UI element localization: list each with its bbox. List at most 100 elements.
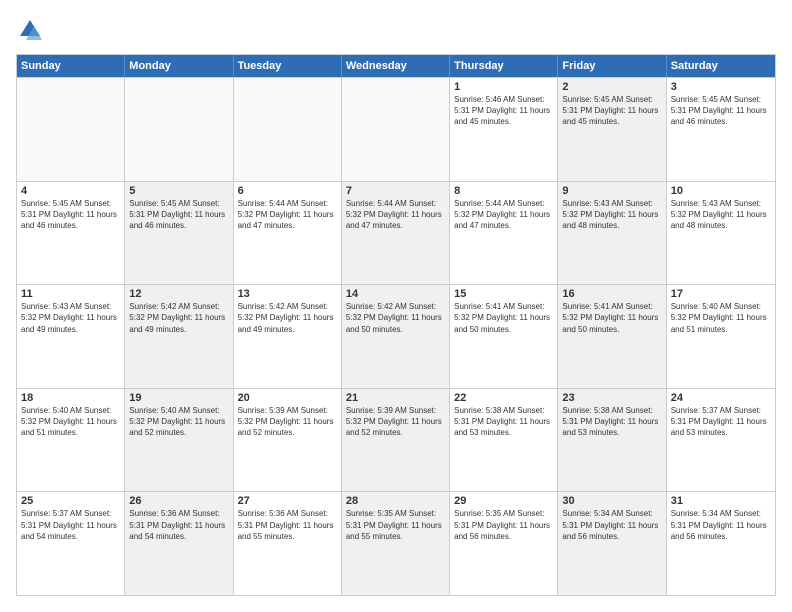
calendar-cell-2: 2Sunrise: 5:45 AM Sunset: 5:31 PM Daylig… xyxy=(558,78,666,181)
day-number: 7 xyxy=(346,185,445,197)
day-info: Sunrise: 5:44 AM Sunset: 5:32 PM Dayligh… xyxy=(454,198,553,232)
calendar-cell-10: 10Sunrise: 5:43 AM Sunset: 5:32 PM Dayli… xyxy=(667,182,775,285)
day-number: 3 xyxy=(671,81,771,93)
day-number: 6 xyxy=(238,185,337,197)
day-number: 19 xyxy=(129,392,228,404)
calendar-cell-20: 20Sunrise: 5:39 AM Sunset: 5:32 PM Dayli… xyxy=(234,389,342,492)
day-number: 30 xyxy=(562,495,661,507)
day-number: 18 xyxy=(21,392,120,404)
day-info: Sunrise: 5:34 AM Sunset: 5:31 PM Dayligh… xyxy=(671,508,771,542)
day-number: 23 xyxy=(562,392,661,404)
day-number: 20 xyxy=(238,392,337,404)
day-number: 26 xyxy=(129,495,228,507)
day-number: 17 xyxy=(671,288,771,300)
calendar-cell-14: 14Sunrise: 5:42 AM Sunset: 5:32 PM Dayli… xyxy=(342,285,450,388)
day-number: 2 xyxy=(562,81,661,93)
calendar-row-1: 4Sunrise: 5:45 AM Sunset: 5:31 PM Daylig… xyxy=(17,181,775,285)
calendar-cell-18: 18Sunrise: 5:40 AM Sunset: 5:32 PM Dayli… xyxy=(17,389,125,492)
calendar-cell-29: 29Sunrise: 5:35 AM Sunset: 5:31 PM Dayli… xyxy=(450,492,558,595)
day-number: 11 xyxy=(21,288,120,300)
calendar-row-0: 1Sunrise: 5:46 AM Sunset: 5:31 PM Daylig… xyxy=(17,77,775,181)
calendar-cell-11: 11Sunrise: 5:43 AM Sunset: 5:32 PM Dayli… xyxy=(17,285,125,388)
day-info: Sunrise: 5:40 AM Sunset: 5:32 PM Dayligh… xyxy=(129,405,228,439)
calendar: SundayMondayTuesdayWednesdayThursdayFrid… xyxy=(16,54,776,596)
calendar-row-4: 25Sunrise: 5:37 AM Sunset: 5:31 PM Dayli… xyxy=(17,491,775,595)
calendar-cell-22: 22Sunrise: 5:38 AM Sunset: 5:31 PM Dayli… xyxy=(450,389,558,492)
day-info: Sunrise: 5:36 AM Sunset: 5:31 PM Dayligh… xyxy=(238,508,337,542)
header-day-monday: Monday xyxy=(125,55,233,77)
day-info: Sunrise: 5:36 AM Sunset: 5:31 PM Dayligh… xyxy=(129,508,228,542)
calendar-body: 1Sunrise: 5:46 AM Sunset: 5:31 PM Daylig… xyxy=(17,77,775,595)
calendar-cell-1: 1Sunrise: 5:46 AM Sunset: 5:31 PM Daylig… xyxy=(450,78,558,181)
calendar-cell-empty xyxy=(342,78,450,181)
page: SundayMondayTuesdayWednesdayThursdayFrid… xyxy=(0,0,792,612)
calendar-cell-empty xyxy=(234,78,342,181)
day-info: Sunrise: 5:45 AM Sunset: 5:31 PM Dayligh… xyxy=(671,94,771,128)
day-info: Sunrise: 5:41 AM Sunset: 5:32 PM Dayligh… xyxy=(562,301,661,335)
day-info: Sunrise: 5:45 AM Sunset: 5:31 PM Dayligh… xyxy=(21,198,120,232)
calendar-cell-9: 9Sunrise: 5:43 AM Sunset: 5:32 PM Daylig… xyxy=(558,182,666,285)
day-info: Sunrise: 5:43 AM Sunset: 5:32 PM Dayligh… xyxy=(21,301,120,335)
calendar-cell-25: 25Sunrise: 5:37 AM Sunset: 5:31 PM Dayli… xyxy=(17,492,125,595)
day-number: 25 xyxy=(21,495,120,507)
day-number: 14 xyxy=(346,288,445,300)
calendar-cell-4: 4Sunrise: 5:45 AM Sunset: 5:31 PM Daylig… xyxy=(17,182,125,285)
header-day-sunday: Sunday xyxy=(17,55,125,77)
calendar-cell-15: 15Sunrise: 5:41 AM Sunset: 5:32 PM Dayli… xyxy=(450,285,558,388)
day-info: Sunrise: 5:46 AM Sunset: 5:31 PM Dayligh… xyxy=(454,94,553,128)
calendar-cell-empty xyxy=(125,78,233,181)
calendar-cell-19: 19Sunrise: 5:40 AM Sunset: 5:32 PM Dayli… xyxy=(125,389,233,492)
header xyxy=(16,16,776,44)
day-number: 1 xyxy=(454,81,553,93)
logo-icon xyxy=(16,16,44,44)
header-day-tuesday: Tuesday xyxy=(234,55,342,77)
day-info: Sunrise: 5:44 AM Sunset: 5:32 PM Dayligh… xyxy=(346,198,445,232)
day-info: Sunrise: 5:38 AM Sunset: 5:31 PM Dayligh… xyxy=(454,405,553,439)
day-info: Sunrise: 5:37 AM Sunset: 5:31 PM Dayligh… xyxy=(21,508,120,542)
day-number: 12 xyxy=(129,288,228,300)
calendar-cell-23: 23Sunrise: 5:38 AM Sunset: 5:31 PM Dayli… xyxy=(558,389,666,492)
calendar-cell-13: 13Sunrise: 5:42 AM Sunset: 5:32 PM Dayli… xyxy=(234,285,342,388)
calendar-cell-17: 17Sunrise: 5:40 AM Sunset: 5:32 PM Dayli… xyxy=(667,285,775,388)
calendar-cell-31: 31Sunrise: 5:34 AM Sunset: 5:31 PM Dayli… xyxy=(667,492,775,595)
calendar-header: SundayMondayTuesdayWednesdayThursdayFrid… xyxy=(17,55,775,77)
calendar-cell-26: 26Sunrise: 5:36 AM Sunset: 5:31 PM Dayli… xyxy=(125,492,233,595)
day-info: Sunrise: 5:43 AM Sunset: 5:32 PM Dayligh… xyxy=(671,198,771,232)
logo xyxy=(16,16,48,44)
calendar-cell-empty xyxy=(17,78,125,181)
day-number: 22 xyxy=(454,392,553,404)
day-info: Sunrise: 5:40 AM Sunset: 5:32 PM Dayligh… xyxy=(21,405,120,439)
day-info: Sunrise: 5:35 AM Sunset: 5:31 PM Dayligh… xyxy=(346,508,445,542)
day-number: 29 xyxy=(454,495,553,507)
day-number: 21 xyxy=(346,392,445,404)
header-day-wednesday: Wednesday xyxy=(342,55,450,77)
calendar-cell-27: 27Sunrise: 5:36 AM Sunset: 5:31 PM Dayli… xyxy=(234,492,342,595)
day-info: Sunrise: 5:44 AM Sunset: 5:32 PM Dayligh… xyxy=(238,198,337,232)
day-info: Sunrise: 5:42 AM Sunset: 5:32 PM Dayligh… xyxy=(238,301,337,335)
day-info: Sunrise: 5:37 AM Sunset: 5:31 PM Dayligh… xyxy=(671,405,771,439)
day-info: Sunrise: 5:45 AM Sunset: 5:31 PM Dayligh… xyxy=(562,94,661,128)
header-day-friday: Friday xyxy=(558,55,666,77)
calendar-row-3: 18Sunrise: 5:40 AM Sunset: 5:32 PM Dayli… xyxy=(17,388,775,492)
day-number: 31 xyxy=(671,495,771,507)
day-number: 15 xyxy=(454,288,553,300)
day-info: Sunrise: 5:34 AM Sunset: 5:31 PM Dayligh… xyxy=(562,508,661,542)
header-day-thursday: Thursday xyxy=(450,55,558,77)
day-number: 10 xyxy=(671,185,771,197)
calendar-cell-3: 3Sunrise: 5:45 AM Sunset: 5:31 PM Daylig… xyxy=(667,78,775,181)
day-number: 16 xyxy=(562,288,661,300)
calendar-cell-12: 12Sunrise: 5:42 AM Sunset: 5:32 PM Dayli… xyxy=(125,285,233,388)
calendar-cell-7: 7Sunrise: 5:44 AM Sunset: 5:32 PM Daylig… xyxy=(342,182,450,285)
day-info: Sunrise: 5:39 AM Sunset: 5:32 PM Dayligh… xyxy=(346,405,445,439)
day-number: 9 xyxy=(562,185,661,197)
calendar-cell-6: 6Sunrise: 5:44 AM Sunset: 5:32 PM Daylig… xyxy=(234,182,342,285)
day-info: Sunrise: 5:35 AM Sunset: 5:31 PM Dayligh… xyxy=(454,508,553,542)
day-info: Sunrise: 5:42 AM Sunset: 5:32 PM Dayligh… xyxy=(346,301,445,335)
day-info: Sunrise: 5:45 AM Sunset: 5:31 PM Dayligh… xyxy=(129,198,228,232)
day-number: 27 xyxy=(238,495,337,507)
day-number: 28 xyxy=(346,495,445,507)
day-number: 24 xyxy=(671,392,771,404)
header-day-saturday: Saturday xyxy=(667,55,775,77)
calendar-cell-5: 5Sunrise: 5:45 AM Sunset: 5:31 PM Daylig… xyxy=(125,182,233,285)
day-number: 4 xyxy=(21,185,120,197)
